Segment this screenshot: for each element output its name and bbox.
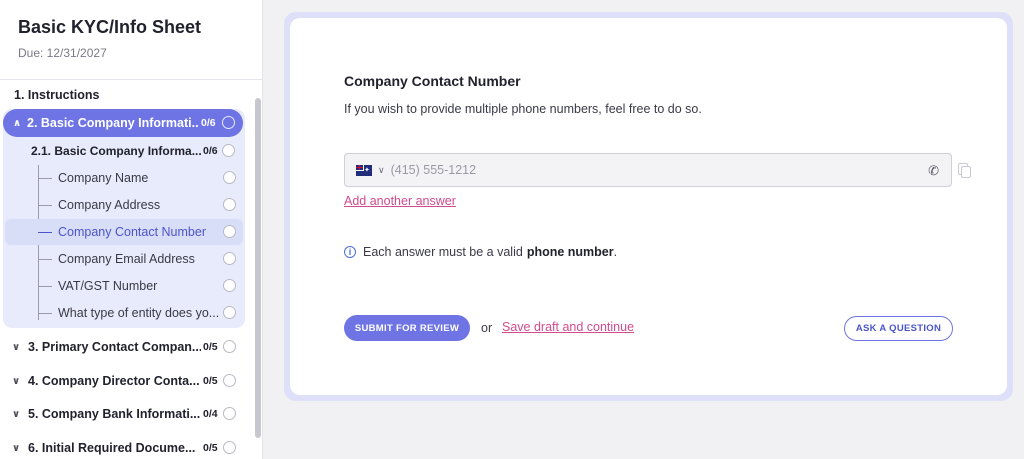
status-circle-icon	[222, 116, 235, 129]
section-label: 5. Company Bank Informati...	[28, 407, 201, 421]
nav-item-vat-gst-number[interactable]: VAT/GST Number	[38, 273, 241, 299]
due-date: Due: 12/31/2027	[18, 46, 107, 60]
nav-item-company-contact-number[interactable]: Company Contact Number	[5, 219, 243, 245]
item-label: Company Contact Number	[58, 225, 206, 239]
status-circle-icon	[223, 407, 236, 420]
status-circle-icon	[223, 252, 236, 265]
section-progress: 0/5	[203, 442, 218, 454]
phone-field[interactable]: ∨ ✆	[344, 153, 952, 187]
question-card: Company Contact Number If you wish to pr…	[290, 18, 1007, 395]
status-circle-icon	[222, 144, 235, 157]
item-label: What type of entity does yo...	[58, 306, 220, 320]
nav-item-company-name[interactable]: Company Name	[38, 165, 241, 191]
info-suffix: .	[613, 245, 618, 259]
status-circle-icon	[223, 340, 236, 353]
info-text: Each answer must be a valid	[363, 245, 523, 259]
nav-item-company-address[interactable]: Company Address	[38, 192, 241, 218]
chevron-down-icon[interactable]: ∨	[378, 165, 385, 176]
section-progress: 0/6	[201, 117, 216, 129]
nav-item-company-email-address[interactable]: Company Email Address	[38, 246, 241, 272]
section-label: 3. Primary Contact Compan...	[28, 340, 201, 354]
add-another-answer-link[interactable]: Add another answer	[344, 194, 456, 208]
or-text: or	[481, 321, 493, 335]
chevron-down-icon: ∨	[12, 408, 21, 420]
subsection-label: 2.1. Basic Company Informa...	[31, 144, 201, 158]
question-description: If you wish to provide multiple phone nu…	[344, 102, 702, 116]
status-circle-icon	[223, 441, 236, 454]
chevron-down-icon: ∨	[12, 341, 21, 353]
status-circle-icon	[223, 279, 236, 292]
status-circle-icon	[223, 374, 236, 387]
nav-section-2[interactable]: ∧ 2. Basic Company Informati... 0/6	[3, 109, 243, 137]
status-circle-icon	[223, 306, 236, 319]
info-icon: i	[344, 246, 356, 258]
status-circle-icon	[223, 225, 236, 238]
section-label: 2. Basic Company Informati...	[27, 116, 199, 130]
section-label: 4. Company Director Conta...	[28, 374, 200, 388]
nav-section-5[interactable]: ∨ 5. Company Bank Informati... 0/4	[12, 401, 242, 427]
nav-section-6[interactable]: ∨ 6. Initial Required Docume... 0/5	[12, 435, 242, 459]
sidebar: Basic KYC/Info Sheet Due: 12/31/2027 1. …	[0, 0, 263, 459]
chevron-up-icon: ∧	[13, 117, 22, 129]
chevron-down-icon: ∨	[12, 442, 21, 454]
status-circle-icon	[223, 198, 236, 211]
item-label: Company Address	[58, 198, 161, 212]
sheet-title: Basic KYC/Info Sheet	[18, 17, 202, 37]
sidebar-header: Basic KYC/Info Sheet Due: 12/31/2027	[0, 0, 262, 80]
item-label: Company Name	[58, 171, 149, 185]
nav-subsection-2-1[interactable]: 2.1. Basic Company Informa... 0/6	[31, 138, 241, 164]
question-title: Company Contact Number	[344, 73, 521, 89]
section-progress: 0/5	[203, 375, 218, 387]
nav-item-entity-type[interactable]: What type of entity does yo...	[38, 300, 241, 326]
section-label: 6. Initial Required Docume...	[28, 441, 196, 455]
save-draft-link[interactable]: Save draft and continue	[502, 320, 634, 334]
scrollbar-thumb[interactable]	[255, 98, 261, 438]
nav-instructions[interactable]: 1. Instructions	[14, 82, 99, 108]
item-label: Company Email Address	[58, 252, 195, 266]
nav-section-4[interactable]: ∨ 4. Company Director Conta... 0/5	[12, 368, 242, 394]
phone-input[interactable]	[390, 163, 911, 177]
ask-a-question-button[interactable]: ASK A QUESTION	[844, 316, 953, 341]
copy-icon[interactable]	[958, 163, 971, 178]
nav-section-3[interactable]: ∨ 3. Primary Contact Compan... 0/5	[12, 334, 242, 360]
item-label: VAT/GST Number	[58, 279, 158, 293]
section-progress: 0/5	[203, 341, 218, 353]
subsection-progress: 0/6	[203, 145, 218, 157]
status-circle-icon	[223, 171, 236, 184]
validation-info: i Each answer must be a valid phone numb…	[344, 245, 617, 259]
australia-flag-icon[interactable]	[356, 164, 372, 176]
phone-icon: ✆	[928, 163, 939, 178]
sidebar-scrollbar[interactable]	[253, 84, 261, 459]
section-progress: 0/4	[203, 408, 218, 420]
chevron-down-icon: ∨	[12, 375, 21, 387]
info-bold-text: phone number	[526, 245, 614, 259]
submit-for-review-button[interactable]: SUBMIT FOR REVIEW	[344, 315, 470, 341]
